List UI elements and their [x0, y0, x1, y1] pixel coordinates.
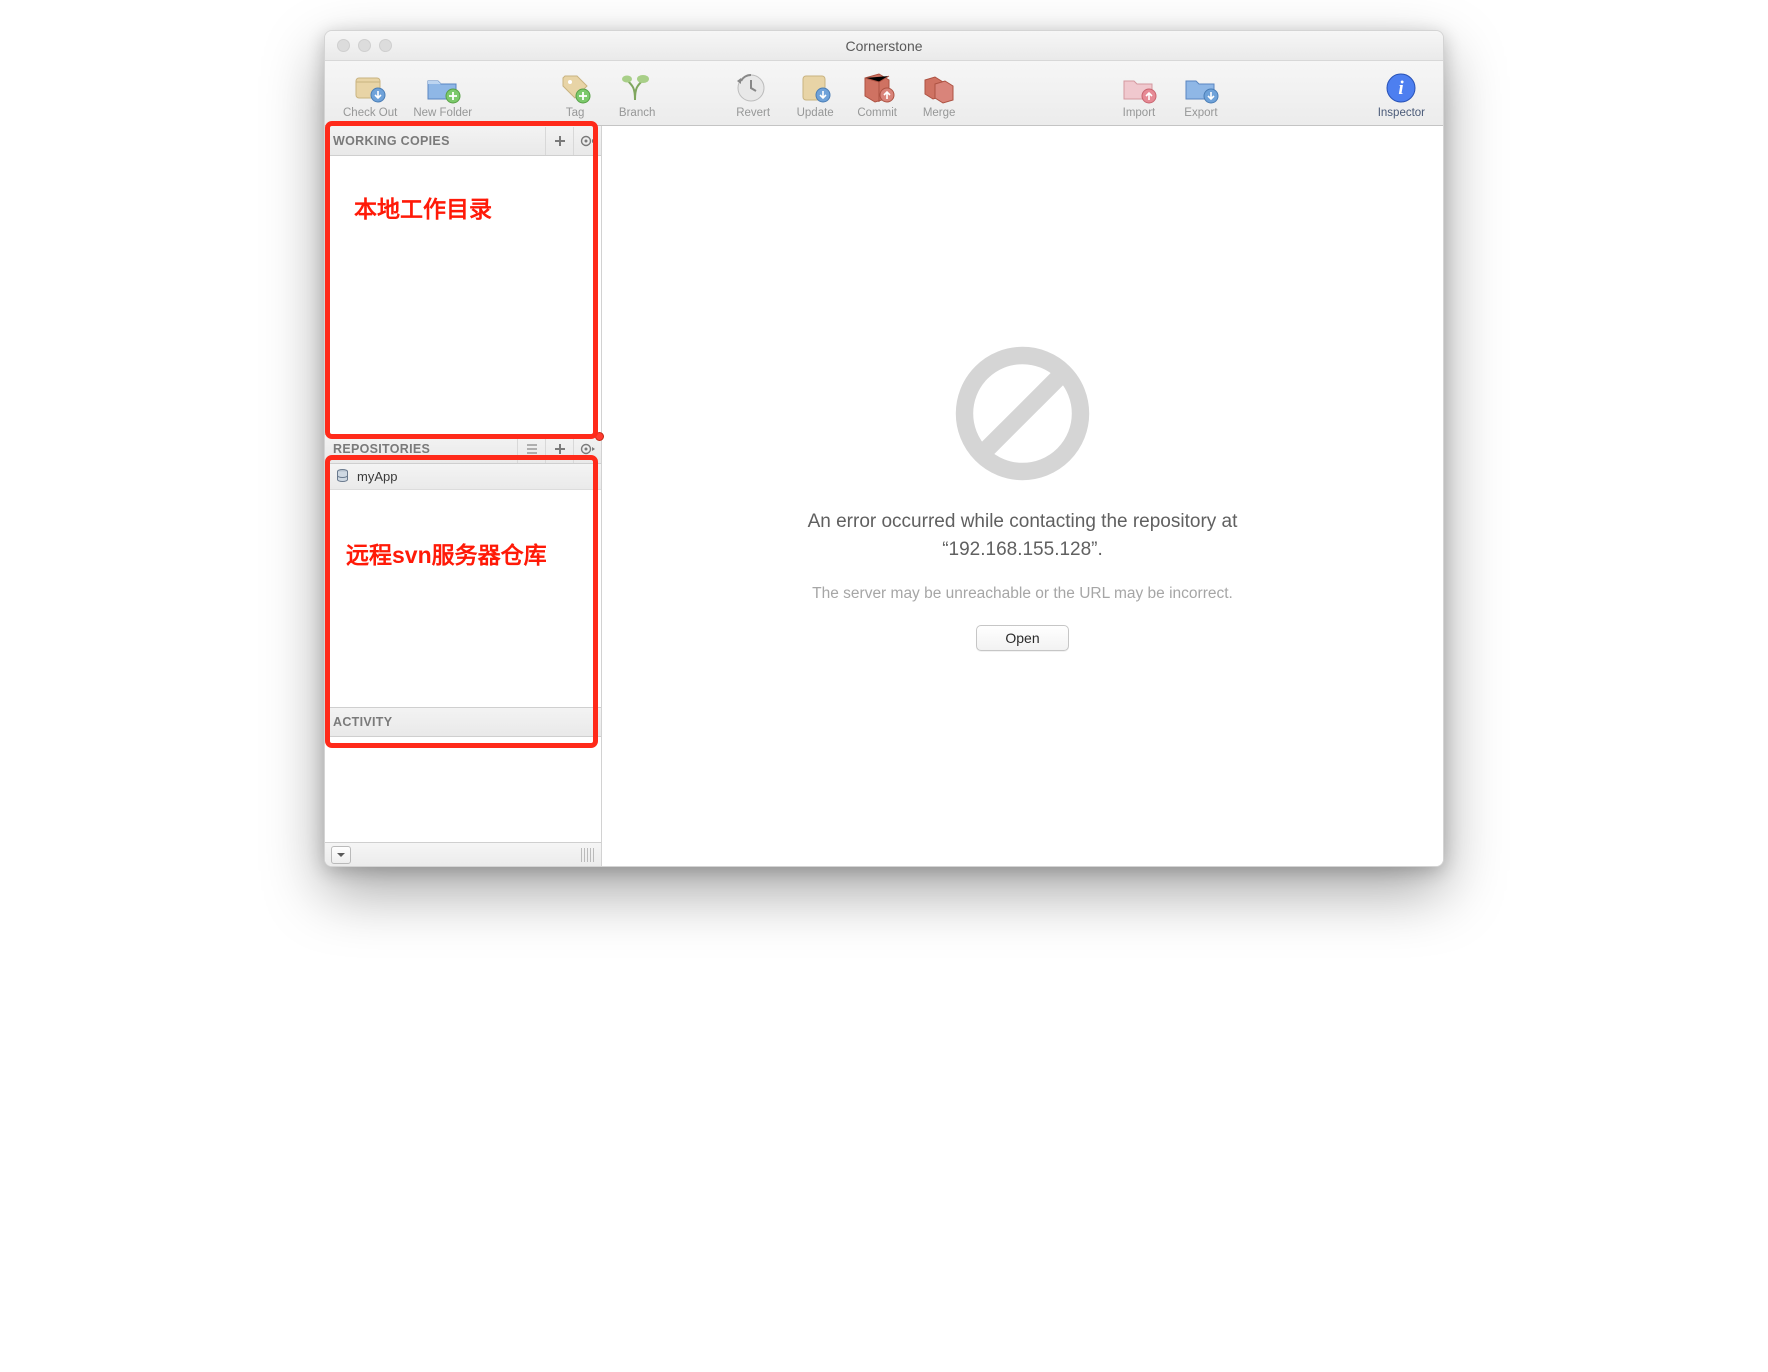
branch-button[interactable]: Branch [608, 67, 666, 121]
activity-list [325, 737, 601, 842]
branch-icon [616, 69, 658, 107]
open-button[interactable]: Open [976, 625, 1068, 651]
repositories-gear-button[interactable] [573, 435, 601, 463]
update-button[interactable]: Update [786, 67, 844, 121]
main-content: An error occurred while contacting the r… [602, 126, 1443, 866]
add-working-copy-button[interactable] [545, 127, 573, 155]
working-copies-list [325, 156, 601, 434]
database-icon [335, 468, 350, 486]
tag-icon [554, 69, 596, 107]
toolbar: Check Out New Folder Tag Branch [325, 61, 1443, 126]
inspector-icon: i [1380, 69, 1422, 107]
repositories-list: myApp [325, 464, 601, 707]
revert-icon [732, 69, 774, 107]
import-icon [1118, 69, 1160, 107]
titlebar: Cornerstone [325, 31, 1443, 61]
window-title: Cornerstone [325, 38, 1443, 54]
working-copies-gear-button[interactable] [573, 127, 601, 155]
working-copies-header: WORKING COPIES [325, 126, 601, 156]
resize-grip-icon[interactable] [581, 848, 595, 862]
sidebar-footer [325, 842, 601, 866]
inspector-button[interactable]: i Inspector [1372, 67, 1431, 121]
new-folder-button[interactable]: New Folder [407, 67, 478, 121]
error-message: An error occurred while contacting the r… [808, 508, 1238, 563]
repository-name: myApp [357, 469, 397, 484]
merge-icon [918, 69, 960, 107]
commit-icon [856, 69, 898, 107]
commit-button[interactable]: Commit [848, 67, 906, 121]
checkout-icon [349, 69, 391, 107]
sidebar: WORKING COPIES REPOSITORIES [325, 126, 602, 866]
merge-button[interactable]: Merge [910, 67, 968, 121]
tag-button[interactable]: Tag [546, 67, 604, 121]
repository-item[interactable]: myApp [325, 464, 601, 490]
prohibited-icon [950, 341, 1095, 486]
export-icon [1180, 69, 1222, 107]
checkout-button[interactable]: Check Out [337, 67, 403, 121]
alert-badge-icon [595, 432, 604, 441]
error-hint: The server may be unreachable or the URL… [812, 585, 1233, 603]
update-icon [794, 69, 836, 107]
repositories-list-view-button[interactable] [517, 435, 545, 463]
activity-header: ACTIVITY [325, 707, 601, 737]
repositories-header: REPOSITORIES [325, 434, 601, 464]
new-folder-icon [422, 69, 464, 107]
revert-button[interactable]: Revert [724, 67, 782, 121]
add-repository-button[interactable] [545, 435, 573, 463]
sidebar-footer-menu-button[interactable] [331, 846, 351, 864]
import-button[interactable]: Import [1110, 67, 1168, 121]
app-window: Cornerstone Check Out New Folder [324, 30, 1444, 867]
svg-text:i: i [1399, 78, 1405, 99]
export-button[interactable]: Export [1172, 67, 1230, 121]
